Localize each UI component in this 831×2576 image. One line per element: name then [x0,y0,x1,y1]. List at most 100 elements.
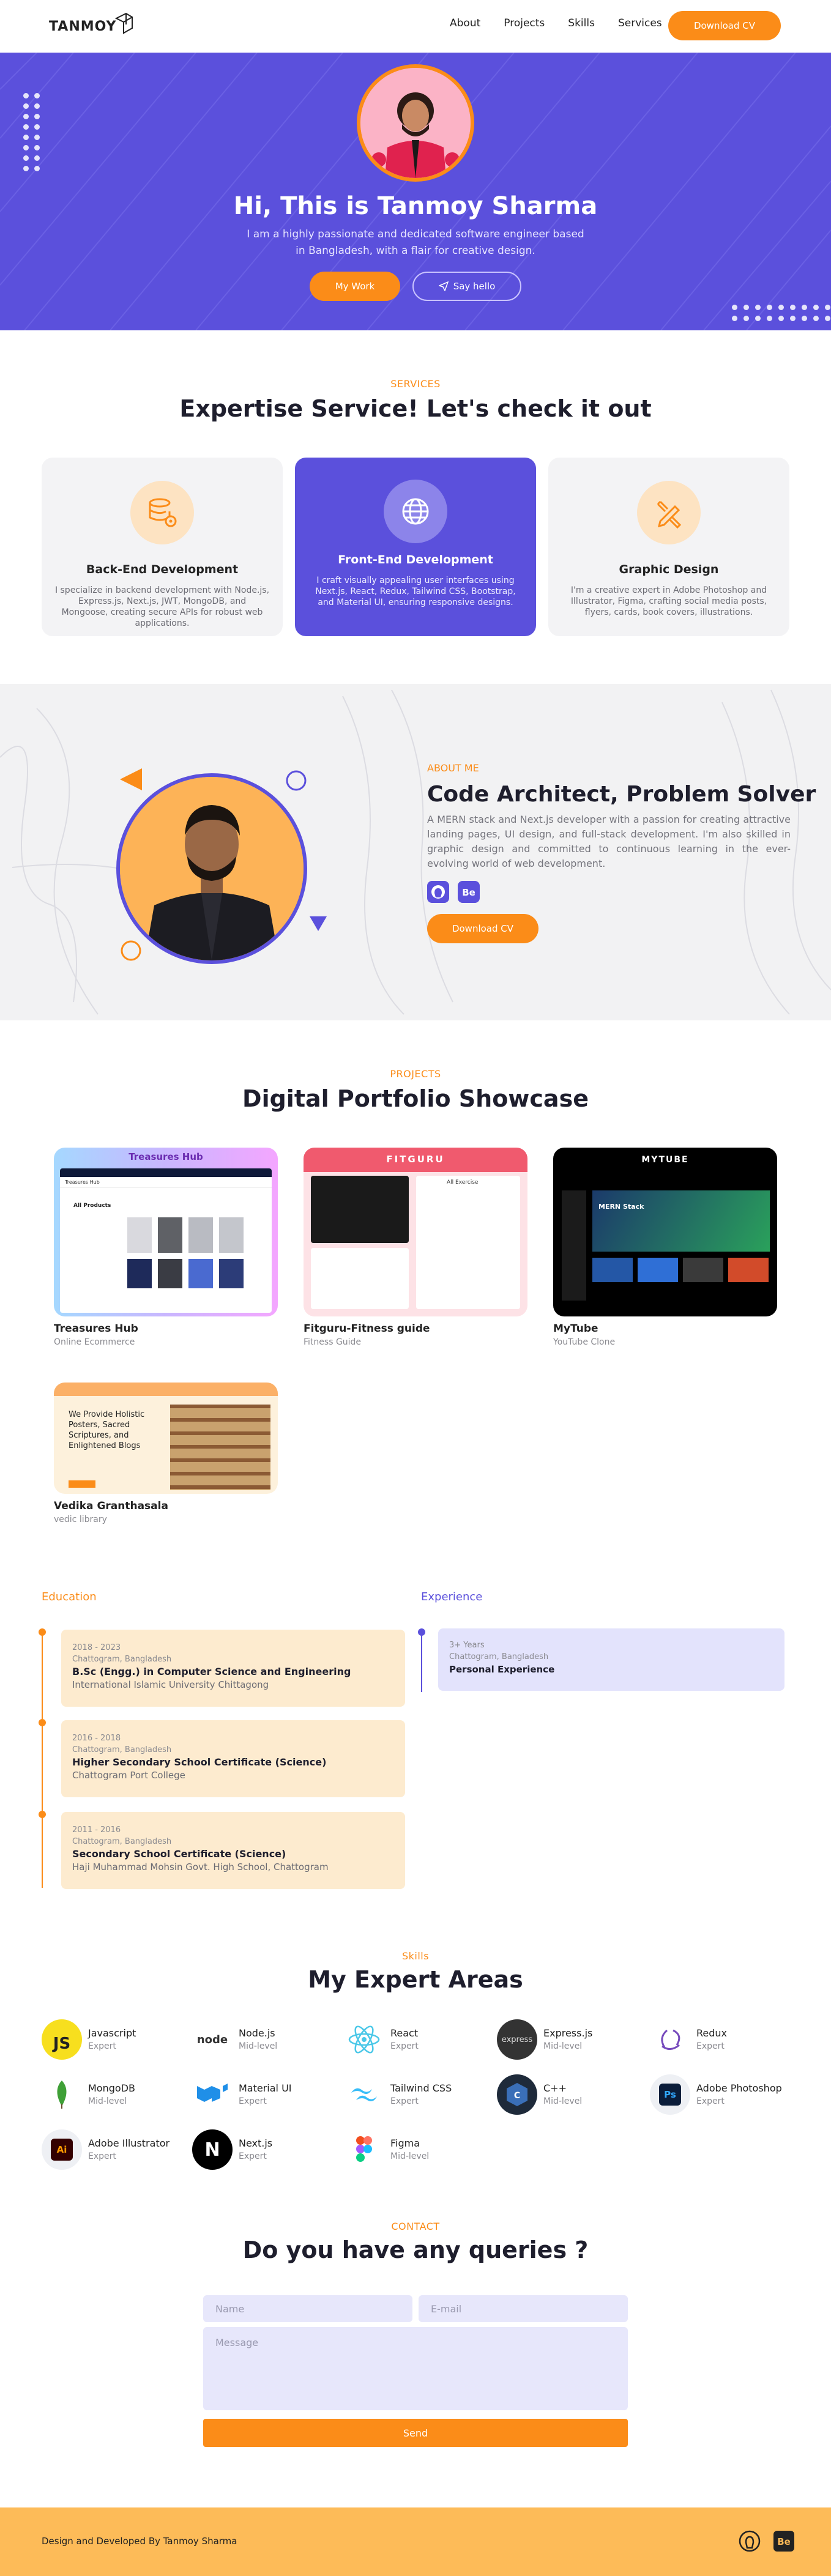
top-navbar: TANMOY About Projects Skills Services Do… [0,0,831,53]
skill-javascript: JS Javascript Expert [42,2019,136,2060]
decor-triangle-blue [310,916,327,931]
project-name: Treasures Hub [54,1323,138,1335]
footer-social-icons: Be [738,2530,796,2553]
illustrator-icon: Ai [42,2129,82,2170]
service-title: Back-End Development [86,563,239,576]
timeline-dot [418,1628,425,1636]
javascript-icon: JS [42,2019,82,2060]
decor-dots-horizontal [732,305,831,321]
contact-eyebrow: CONTACT [391,2221,440,2232]
nav-links: About Projects Skills Services [450,17,685,29]
nav-link-skills[interactable]: Skills [568,17,595,29]
service-card-frontend[interactable]: Front-End Development I craft visually a… [295,458,536,636]
thumbnail-logo: Treasures Hub [60,1177,272,1188]
hero-title: Hi, This is Tanmoy Sharma [233,192,598,220]
svg-text:Be: Be [462,887,475,898]
experience-title: Personal Experience [449,1664,555,1675]
education-years: 2018 - 2023 [72,1643,121,1652]
skills-eyebrow: Skills [401,1950,430,1962]
about-social-icons: Be [427,881,480,903]
services-eyebrow: SERVICES [390,378,441,390]
cpp-icon: C [497,2074,537,2115]
tailwind-icon [344,2074,384,2115]
about-download-cv-button[interactable]: Download CV [427,914,538,943]
education-place: Chattogram, Bangladesh [72,1655,172,1664]
education-school: Haji Muhammad Mohsin Govt. High School, … [72,1861,329,1873]
education-degree: Secondary School Certificate (Science) [72,1848,286,1860]
service-card-backend[interactable]: Back-End Development I specialize in bac… [42,458,283,636]
experience-place: Chattogram, Bangladesh [449,1652,549,1661]
hero-subtitle: I am a highly passionate and dedicated s… [247,228,584,257]
redux-icon [650,2019,690,2060]
skill-nextjs: N Next.js Expert [192,2129,272,2170]
education-years: 2016 - 2018 [72,1734,121,1743]
project-card-treasures-hub[interactable]: Treasures Hub Treasures Hub All Products… [54,1148,278,1347]
project-subtitle: Online Ecommerce [54,1337,135,1347]
footer: Design and Developed By Tanmoy Sharma Be [0,2507,831,2576]
site-logo[interactable]: TANMOY [49,12,133,40]
say-hello-label: Say hello [453,281,496,292]
thumbnail-heading: We Provide Holistic Posters, Sacred Scri… [69,1410,145,1450]
experience-heading: Experience [421,1591,483,1603]
footer-credit: Design and Developed By Tanmoy Sharma [42,2536,237,2547]
project-subtitle: vedic library [54,1515,107,1524]
project-thumbnail: MYTUBE MERN Stack [553,1148,777,1316]
my-work-button[interactable]: My Work [310,272,400,301]
thumbnail-heading: All Exercise [447,1179,479,1186]
about-description: A MERN stack and Next.js developer with … [427,814,791,869]
github-icon[interactable] [427,881,449,903]
nav-link-services[interactable]: Services [618,17,662,29]
mongodb-icon [42,2074,82,2115]
say-hello-button[interactable]: Say hello [412,272,521,301]
skill-material-ui: Material UI Expert [192,2074,292,2115]
decor-ring-orange [121,940,141,961]
name-input[interactable] [203,2295,412,2322]
nodejs-icon: node [196,2033,228,2046]
hero-avatar [357,64,474,182]
project-name: Fitguru-Fitness guide [304,1323,430,1335]
education-years: 2011 - 2016 [72,1825,121,1835]
about-photo [116,773,307,964]
skill-redux: Redux Expert [650,2019,727,2060]
skill-nodejs: node Node.js Mid-level [192,2019,277,2060]
project-subtitle: Fitness Guide [304,1337,362,1347]
education-card: 2018 - 2023 Chattogram, Bangladesh B.Sc … [61,1630,405,1707]
photoshop-icon: Ps [650,2074,690,2115]
contact-title: Do you have any queries ? [242,2236,589,2263]
project-card-fitguru[interactable]: FITGURU All Exercise Fitguru-Fitness gui… [304,1148,527,1347]
timeline-dot [39,1811,46,1818]
send-plane-icon [438,281,449,291]
nav-download-cv-button[interactable]: Download CV [668,11,781,40]
decor-triangle-orange [120,768,142,790]
project-card-vedika[interactable]: We Provide Holistic Posters, Sacred Scri… [54,1383,278,1524]
timeline-dot [39,1719,46,1726]
education-school: Chattogram Port College [72,1770,185,1781]
nav-link-projects[interactable]: Projects [504,17,545,29]
education-card: 2016 - 2018 Chattogram, Bangladesh Highe… [61,1720,405,1797]
project-name: Vedika Granthasala [54,1500,168,1512]
portrait-illustration [120,777,304,960]
service-card-graphic[interactable]: Graphic Design I'm a creative expert in … [548,458,789,636]
education-card: 2011 - 2016 Chattogram, Bangladesh Secon… [61,1812,405,1889]
projects-eyebrow: PROJECTS [390,1068,441,1080]
email-input[interactable] [419,2295,628,2322]
skill-illustrator: Ai Adobe Illustrator Expert [42,2129,170,2170]
projects-title: Digital Portfolio Showcase [242,1085,589,1112]
skill-figma: Figma Mid-level [344,2129,429,2170]
service-title: Front-End Development [338,553,493,566]
about-title: Code Architect, Problem Solver [427,782,816,807]
message-textarea[interactable] [203,2327,628,2410]
nextjs-icon: N [192,2129,233,2170]
send-button[interactable]: Send [203,2419,628,2447]
project-thumbnail: FITGURU All Exercise [304,1148,527,1316]
education-degree: Higher Secondary School Certificate (Sci… [72,1756,327,1768]
project-card-mytube[interactable]: MYTUBE MERN Stack MyTube YouTube Clone [553,1148,777,1347]
nav-link-about[interactable]: About [450,17,480,29]
behance-icon[interactable]: Be [772,2530,796,2553]
behance-icon[interactable]: Be [458,881,480,903]
database-gear-icon [130,481,194,544]
globe-icon [384,480,447,543]
material-ui-icon [192,2074,233,2115]
avatar-illustration [360,68,471,178]
github-icon[interactable] [738,2530,761,2553]
